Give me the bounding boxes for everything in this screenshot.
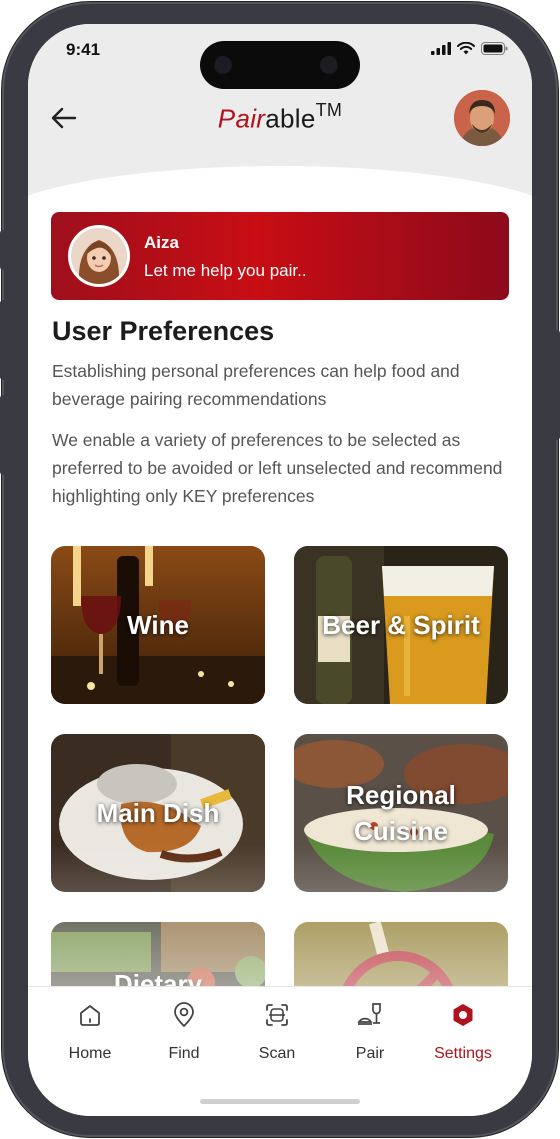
user-avatar[interactable] [454, 90, 510, 146]
intro-paragraph: Establishing personal preferences can he… [52, 361, 460, 409]
home-indicator[interactable] [200, 1099, 360, 1104]
tab-find[interactable]: Find [138, 987, 230, 1079]
brand-accent: Pair [217, 103, 266, 134]
status-time: 9:41 [66, 40, 101, 59]
home-icon [80, 1005, 100, 1026]
tab-label: Home [68, 1045, 112, 1062]
assistant-message: Let me help you pair.. [144, 261, 307, 280]
status-icons [431, 42, 508, 55]
trademark-mark: TM [315, 100, 343, 120]
pair-glass-plate-icon [357, 1003, 381, 1025]
settings-gear-icon [453, 1004, 473, 1026]
battery-icon [481, 42, 508, 55]
mute-switch [0, 230, 6, 270]
volume-down-button [0, 395, 6, 475]
assistant-name: Aiza [144, 233, 179, 252]
category-tile-regional-cuisine[interactable]: Regional Cuisine [294, 734, 508, 892]
wifi-icon [457, 42, 475, 55]
category-tile-beer-spirit[interactable]: Beer & Spirit [294, 546, 508, 704]
tab-label: Pair [355, 1045, 385, 1062]
page-title: User Preferences [52, 316, 275, 346]
category-tile-wine[interactable]: Wine [51, 546, 265, 704]
location-pin-icon [174, 1002, 194, 1028]
category-label: Regional Cuisine [346, 780, 456, 846]
assistant-avatar [68, 225, 130, 287]
tab-pair[interactable]: Pair [324, 987, 416, 1079]
scan-icon [266, 1004, 288, 1026]
tab-label: Scan [258, 1045, 296, 1062]
tab-home[interactable]: Home [44, 987, 136, 1079]
camera-lens-icon [214, 56, 232, 74]
category-label: Main Dish [96, 798, 220, 828]
signal-icon [431, 42, 451, 55]
assistant-banner[interactable]: Aiza Let me help you pair.. [51, 212, 509, 300]
brand-name: able [265, 103, 316, 134]
app-screen: 9:41 PairableTM Aiza Let me help you pai… [28, 24, 532, 1116]
dynamic-island [200, 41, 360, 89]
tab-label: Find [168, 1045, 200, 1062]
tab-settings[interactable]: Settings [417, 987, 509, 1079]
volume-up-button [0, 300, 6, 380]
bottom-tab-bar: Home Find Scan Pair Settings [28, 986, 532, 1116]
detail-paragraph: We enable a variety of preferences to be… [52, 430, 503, 506]
tab-label: Settings [434, 1045, 492, 1062]
category-label: Wine [127, 610, 189, 640]
category-label: Beer & Spirit [322, 610, 480, 640]
power-button [554, 330, 560, 440]
sensor-icon [320, 56, 338, 74]
category-tile-main-dish[interactable]: Main Dish [51, 734, 265, 892]
tab-scan[interactable]: Scan [231, 987, 323, 1079]
